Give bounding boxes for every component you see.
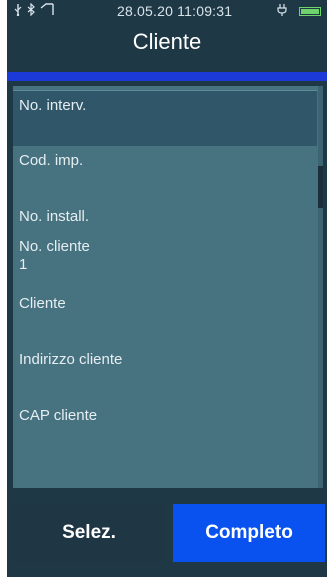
list-item-label: CAP cliente [19, 407, 98, 424]
status-bar: 28.05.20 11:09:31 [7, 0, 327, 22]
list-item-no-interv[interactable]: No. interv. [13, 90, 317, 146]
list-item-label: No. cliente [19, 238, 90, 255]
list-item-label: No. interv. [19, 97, 87, 114]
list-item-label: No. install. [19, 208, 90, 225]
list-item-label: Cod. imp. [19, 152, 84, 169]
status-right-icons [277, 3, 321, 19]
customer-field-list[interactable]: No. interv. Cod. imp. No. install. No. c… [13, 86, 323, 488]
complete-button[interactable]: Completo [173, 504, 325, 562]
battery-icon [299, 6, 321, 16]
scrollbar-thumb[interactable] [318, 166, 323, 208]
status-left-icons [13, 2, 54, 19]
list-item-value: 1 [19, 256, 28, 273]
title-accent-bar [7, 72, 327, 81]
bluetooth-icon [27, 2, 36, 19]
status-datetime: 28.05.20 11:09:31 [117, 3, 233, 19]
device-screen: 28.05.20 11:09:31 Cliente No. interv. Co… [7, 0, 327, 577]
plug-icon [277, 3, 287, 19]
list-item-label: Cliente [19, 295, 66, 312]
signal-icon [40, 3, 54, 19]
list-item-indirizzo-cliente[interactable]: Indirizzo cliente [13, 345, 317, 401]
scrollbar[interactable] [318, 86, 323, 488]
list-item-cap-cliente[interactable]: CAP cliente [13, 401, 317, 457]
list-item-label: Indirizzo cliente [19, 351, 123, 368]
usb-icon [13, 3, 23, 19]
page-title: Cliente [132, 29, 202, 54]
list-item-no-cliente-content[interactable]: No. cliente 1 [13, 232, 317, 288]
select-button[interactable]: Selez. [13, 504, 165, 562]
list-item-cliente[interactable]: Cliente [13, 289, 317, 345]
list-item-cod-imp[interactable]: Cod. imp. [13, 146, 317, 202]
